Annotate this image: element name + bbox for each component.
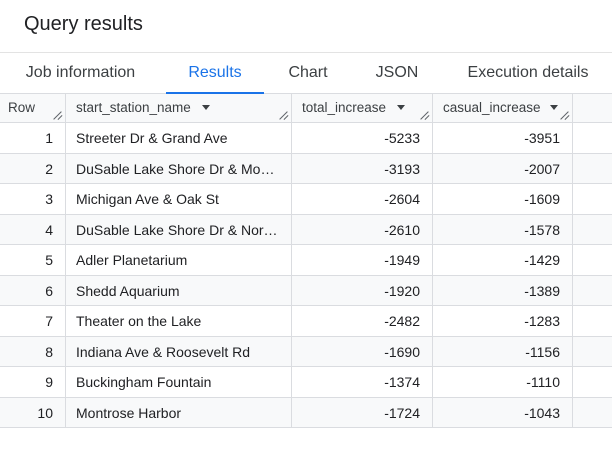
casual-increase-cell[interactable]: -1110 [433, 367, 573, 397]
start-station-name-cell[interactable]: DuSable Lake Shore Dr & Monro... [66, 153, 292, 183]
column-header-casual-increase[interactable]: casual_increase [433, 94, 573, 123]
table-row[interactable]: 6 Shedd Aquarium -1920 -1389 [0, 275, 612, 306]
column-resize-icon[interactable] [279, 111, 288, 120]
row-number: 7 [0, 306, 66, 336]
sort-dropdown-icon[interactable] [202, 105, 210, 110]
total-increase-cell[interactable]: -5233 [292, 123, 433, 153]
start-station-name-cell[interactable]: Buckingham Fountain [66, 367, 292, 397]
row-number: 8 [0, 336, 66, 366]
start-station-name-cell[interactable]: Theater on the Lake [66, 306, 292, 336]
column-resize-icon[interactable] [560, 111, 569, 120]
table-row[interactable]: 3 Michigan Ave & Oak St -2604 -1609 [0, 184, 612, 215]
start-station-name-cell[interactable]: Shedd Aquarium [66, 275, 292, 305]
table-row[interactable]: 2 DuSable Lake Shore Dr & Monro... -3193… [0, 153, 612, 184]
total-increase-cell[interactable]: -1690 [292, 336, 433, 366]
table-row[interactable]: 10 Montrose Harbor -1724 -1043 [0, 397, 612, 428]
total-increase-cell[interactable]: -2604 [292, 184, 433, 214]
row-number: 1 [0, 123, 66, 153]
tab-results[interactable]: Results [166, 53, 264, 95]
empty-cell [573, 306, 612, 336]
column-resize-icon[interactable] [53, 111, 62, 120]
total-increase-cell[interactable]: -3193 [292, 153, 433, 183]
total-increase-cell[interactable]: -1724 [292, 397, 433, 427]
start-station-name-cell[interactable]: DuSable Lake Shore Dr & North ... [66, 214, 292, 244]
start-station-name-cell[interactable]: Montrose Harbor [66, 397, 292, 427]
casual-increase-cell[interactable]: -1578 [433, 214, 573, 244]
column-header-label: Row [8, 100, 36, 115]
table-row[interactable]: 4 DuSable Lake Shore Dr & North ... -261… [0, 214, 612, 245]
empty-cell [573, 276, 612, 306]
column-header-total-increase[interactable]: total_increase [292, 94, 433, 123]
results-table: Row start_station_name total_increase ca… [0, 94, 612, 428]
table-row[interactable]: 7 Theater on the Lake -2482 -1283 [0, 306, 612, 337]
table-row[interactable]: 8 Indiana Ave & Roosevelt Rd -1690 -1156 [0, 336, 612, 367]
page-title: Query results [24, 13, 143, 35]
column-header-label: total_increase [302, 100, 387, 115]
row-number: 4 [0, 214, 66, 244]
tab-job-information[interactable]: Job information [8, 53, 153, 94]
empty-cell [573, 123, 612, 153]
sort-dropdown-icon[interactable] [550, 105, 558, 110]
casual-increase-cell[interactable]: -1043 [433, 397, 573, 427]
table-row[interactable]: 5 Adler Planetarium -1949 -1429 [0, 245, 612, 276]
total-increase-cell[interactable]: -1374 [292, 367, 433, 397]
casual-increase-cell[interactable]: -1609 [433, 184, 573, 214]
casual-increase-cell[interactable]: -3951 [433, 123, 573, 153]
empty-cell [573, 215, 612, 245]
row-number: 5 [0, 245, 66, 275]
casual-increase-cell[interactable]: -1156 [433, 336, 573, 366]
column-header-label: start_station_name [76, 100, 191, 115]
start-station-name-cell[interactable]: Adler Planetarium [66, 245, 292, 275]
table-row[interactable]: 9 Buckingham Fountain -1374 -1110 [0, 367, 612, 398]
start-station-name-cell[interactable]: Indiana Ave & Roosevelt Rd [66, 336, 292, 366]
casual-increase-cell[interactable]: -1389 [433, 275, 573, 305]
casual-increase-cell[interactable]: -2007 [433, 153, 573, 183]
empty-cell [573, 337, 612, 367]
column-header-label: casual_increase [443, 100, 541, 115]
empty-cell [573, 367, 612, 397]
empty-cell [573, 184, 612, 214]
row-number: 9 [0, 367, 66, 397]
row-number: 2 [0, 153, 66, 183]
casual-increase-cell[interactable]: -1429 [433, 245, 573, 275]
row-number: 10 [0, 397, 66, 427]
start-station-name-cell[interactable]: Streeter Dr & Grand Ave [66, 123, 292, 153]
total-increase-cell[interactable]: -1920 [292, 275, 433, 305]
column-header-row: Row [0, 94, 66, 123]
empty-cell [573, 154, 612, 184]
row-number: 6 [0, 275, 66, 305]
total-increase-cell[interactable]: -2482 [292, 306, 433, 336]
tab-json[interactable]: JSON [362, 53, 432, 94]
total-increase-cell[interactable]: -2610 [292, 214, 433, 244]
empty-cell [573, 398, 612, 428]
table-row[interactable]: 1 Streeter Dr & Grand Ave -5233 -3951 [0, 123, 612, 154]
tab-execution-details[interactable]: Execution details [452, 53, 604, 94]
table-header: Row start_station_name total_increase ca… [0, 94, 612, 123]
results-tab-bar: Job information Results Chart JSON Execu… [0, 52, 612, 95]
total-increase-cell[interactable]: -1949 [292, 245, 433, 275]
row-number: 3 [0, 184, 66, 214]
empty-cell [573, 245, 612, 275]
sort-dropdown-icon[interactable] [397, 105, 405, 110]
tab-chart[interactable]: Chart [276, 53, 340, 94]
casual-increase-cell[interactable]: -1283 [433, 306, 573, 336]
start-station-name-cell[interactable]: Michigan Ave & Oak St [66, 184, 292, 214]
table-body: 1 Streeter Dr & Grand Ave -5233 -3951 2 … [0, 123, 612, 428]
column-resize-icon[interactable] [420, 111, 429, 120]
column-header-start-station-name[interactable]: start_station_name [66, 94, 292, 123]
